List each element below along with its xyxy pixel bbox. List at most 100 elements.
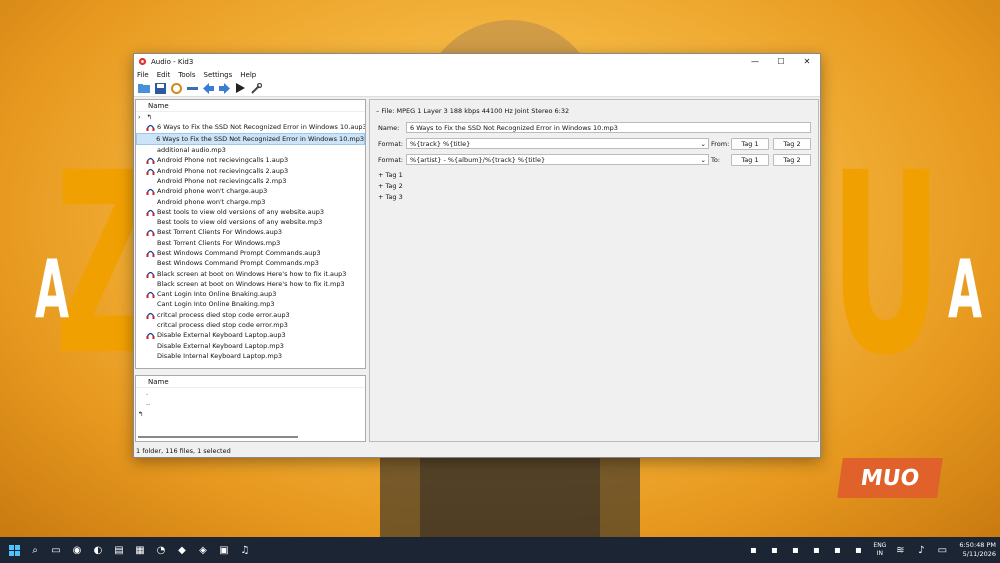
dir-item[interactable]: .. (136, 398, 365, 408)
language-indicator[interactable]: ENG IN (873, 542, 886, 558)
windows-start-icon[interactable] (7, 543, 21, 557)
region-code: IN (876, 550, 883, 557)
menu-help[interactable]: Help (240, 71, 256, 79)
file-list-item[interactable]: 6 Ways to Fix the SSD Not Recognized Err… (136, 132, 365, 145)
tray-app-icon[interactable]: ▪ (809, 543, 823, 557)
chevron-right-icon[interactable]: › (138, 113, 141, 121)
next-icon[interactable] (218, 82, 230, 94)
file-list-item[interactable]: Android Phone not recievingcalls 2.aup3 (136, 165, 365, 175)
folder-up-row[interactable]: ↰ (136, 409, 365, 419)
file-list-item[interactable]: Android phone won't charge.mp3 (136, 196, 365, 206)
file-list-item[interactable]: Disable External Keyboard Laptop.mp3 (136, 341, 365, 351)
file-list-item[interactable]: Best Windows Command Prompt Commands.mp3 (136, 258, 365, 268)
from-tag1-button[interactable]: Tag 1 (731, 138, 769, 150)
file-name: Best Torrent Clients For Windows.mp3 (157, 238, 281, 247)
file-name: critcal process died stop code error.aup… (157, 310, 290, 319)
file-list-item[interactable]: Best tools to view old versions of any w… (136, 217, 365, 227)
file-name: critcal process died stop code error.mp3 (157, 321, 288, 330)
menu-bar: File Edit Tools Settings Help (134, 69, 820, 80)
menu-file[interactable]: File (137, 71, 149, 79)
volume-icon[interactable]: ♪ (914, 543, 928, 557)
menu-tools[interactable]: Tools (178, 71, 195, 79)
folder-up-icon: ↰ (146, 113, 153, 122)
format-label-1: Format: (378, 140, 404, 148)
open-folder-icon[interactable] (138, 82, 150, 94)
file-list-item[interactable]: Black screen at boot on Windows Here's h… (136, 268, 365, 278)
tag3-section[interactable]: + Tag 3 (378, 193, 403, 201)
collapse-icon[interactable]: – (376, 107, 379, 115)
file-list-item[interactable]: Best Torrent Clients For Windows.aup3 (136, 227, 365, 237)
expand-icon: + (378, 193, 386, 201)
file-list-item[interactable]: Android Phone not recievingcalls 2.mp3 (136, 176, 365, 186)
file-explorer-icon[interactable]: ▤ (112, 543, 126, 557)
close-button[interactable]: ✕ (794, 54, 820, 69)
chrome-icon[interactable]: ◉ (70, 543, 84, 557)
battery-icon[interactable]: ▭ (935, 543, 949, 557)
app-icon[interactable]: ◈ (196, 543, 210, 557)
file-list-item[interactable]: critcal process died stop code error.mp3 (136, 320, 365, 330)
file-list[interactable]: Name › ↰ 6 Ways to Fix the SSD Not Recog… (135, 99, 366, 369)
kid3-taskbar-icon[interactable]: ♫ (238, 543, 252, 557)
title-bar[interactable]: Audio - Kid3 — ☐ ✕ (134, 54, 820, 69)
to-tag2-button[interactable]: Tag 2 (773, 154, 811, 166)
tag1-section[interactable]: + Tag 1 (378, 171, 403, 179)
from-label: From: (711, 140, 730, 148)
menu-edit[interactable]: Edit (157, 71, 171, 79)
tray-app-icon[interactable]: ▪ (851, 543, 865, 557)
tray-app-icon[interactable]: ▪ (830, 543, 844, 557)
name-field[interactable]: 6 Ways to Fix the SSD Not Recognized Err… (406, 122, 811, 133)
file-list-item[interactable]: Black screen at boot on Windows Here's h… (136, 279, 365, 289)
to-tag1-button[interactable]: Tag 1 (731, 154, 769, 166)
clock[interactable]: 6:50:48 PM 5/11/2026 (959, 541, 996, 559)
parent-folder-row[interactable]: › ↰ (136, 112, 365, 122)
settings-icon[interactable] (250, 82, 262, 94)
kid3-window: Audio - Kid3 — ☐ ✕ File Edit Tools Setti… (133, 53, 821, 458)
browser-icon[interactable]: ◔ (154, 543, 168, 557)
save-icon[interactable] (154, 82, 166, 94)
app-icon[interactable]: ▦ (133, 543, 147, 557)
file-list-item[interactable]: Android phone won't charge.aup3 (136, 186, 365, 196)
file-list-item[interactable]: Android Phone not recievingcalls 1.aup3 (136, 155, 365, 165)
tag2-section[interactable]: + Tag 2 (378, 182, 403, 190)
file-list-item[interactable]: Cant Login Into Online Bnaking.mp3 (136, 299, 365, 309)
tray-app-icon[interactable]: ▪ (767, 543, 781, 557)
minimize-button[interactable]: — (742, 54, 768, 69)
remove-icon[interactable] (186, 82, 198, 94)
app-icon[interactable]: ▣ (217, 543, 231, 557)
file-list-item[interactable]: Disable Internal Keyboard Laptop.mp3 (136, 351, 365, 361)
app-icon[interactable]: ◆ (175, 543, 189, 557)
file-list-item[interactable]: 6 Ways to Fix the SSD Not Recognized Err… (136, 122, 365, 132)
task-view-icon[interactable]: ▭ (49, 543, 63, 557)
file-list-header[interactable]: Name (136, 100, 365, 112)
previous-icon[interactable] (202, 82, 214, 94)
tray-app-icon[interactable]: ▪ (788, 543, 802, 557)
horizontal-scrollbar[interactable] (138, 436, 298, 438)
dir-item[interactable]: . (136, 388, 365, 398)
file-list-item[interactable]: critcal process died stop code error.aup… (136, 310, 365, 320)
file-list-item[interactable]: additional audio.mp3 (136, 145, 365, 155)
menu-settings[interactable]: Settings (204, 71, 233, 79)
edge-icon[interactable]: ◐ (91, 543, 105, 557)
file-name: Best Windows Command Prompt Commands.mp3 (157, 259, 319, 268)
dir-list-header[interactable]: Name (136, 376, 365, 388)
directory-list[interactable]: Name . .. ↰ (135, 375, 366, 442)
tray-app-icon[interactable]: ▪ (746, 543, 760, 557)
audio-file-icon (146, 239, 155, 247)
tag-panel: – File: MPEG 1 Layer 3 188 kbps 44100 Hz… (369, 99, 819, 442)
play-icon[interactable] (234, 82, 246, 94)
wifi-icon[interactable]: ≋ (893, 543, 907, 557)
file-list-item[interactable]: Cant Login Into Online Bnaking.aup3 (136, 289, 365, 299)
file-list-item[interactable]: Best Windows Command Prompt Commands.aup… (136, 248, 365, 258)
file-list-item[interactable]: Disable External Keyboard Laptop.aup3 (136, 330, 365, 340)
file-list-item[interactable]: Best tools to view old versions of any w… (136, 207, 365, 217)
from-tag2-button[interactable]: Tag 2 (773, 138, 811, 150)
maximize-button[interactable]: ☐ (768, 54, 794, 69)
audio-file-icon (147, 135, 154, 143)
file-list-item[interactable]: Best Torrent Clients For Windows.mp3 (136, 238, 365, 248)
format-select-1[interactable]: %{track} %{title} ⌄ (406, 138, 709, 149)
revert-icon[interactable] (170, 82, 182, 94)
format-select-2[interactable]: %{artist} - %{album}/%{track} %{title} ⌄ (406, 154, 709, 165)
chevron-down-icon: ⌄ (700, 155, 706, 164)
search-icon[interactable]: ⌕ (28, 543, 42, 557)
to-label: To: (711, 156, 721, 164)
